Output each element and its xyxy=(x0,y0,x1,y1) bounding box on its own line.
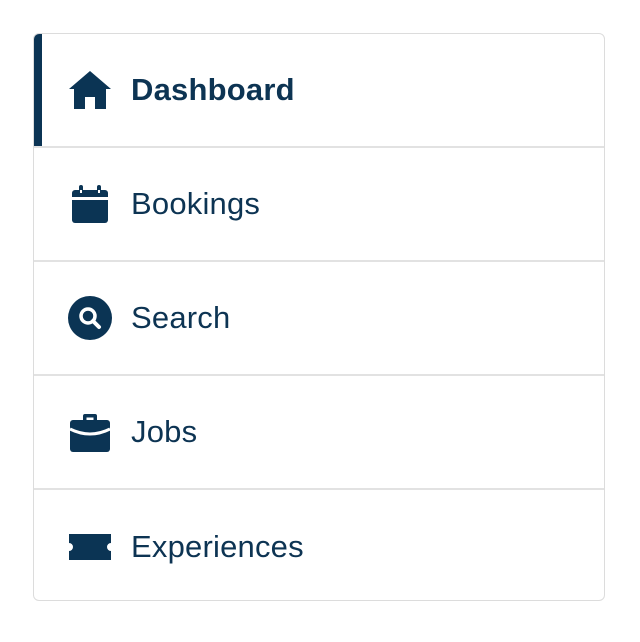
nav-item-label: Jobs xyxy=(131,414,198,449)
nav-item-label: Search xyxy=(131,300,231,335)
nav-item-experiences[interactable]: Experiences xyxy=(34,490,604,600)
nav-item-label: Dashboard xyxy=(131,72,295,107)
briefcase-icon xyxy=(67,409,113,455)
nav-item-jobs[interactable]: Jobs xyxy=(34,376,604,490)
nav-item-bookings[interactable]: Bookings xyxy=(34,148,604,262)
nav-item-label: Experiences xyxy=(131,529,304,564)
nav-item-label: Bookings xyxy=(131,186,261,221)
side-navigation-menu: Dashboard Bookings Search Jobs Experienc… xyxy=(33,33,605,601)
ticket-icon xyxy=(67,524,113,570)
calendar-icon xyxy=(67,181,113,227)
home-icon xyxy=(67,67,113,113)
nav-item-search[interactable]: Search xyxy=(34,262,604,376)
search-icon xyxy=(67,295,113,341)
nav-item-dashboard[interactable]: Dashboard xyxy=(34,34,604,148)
